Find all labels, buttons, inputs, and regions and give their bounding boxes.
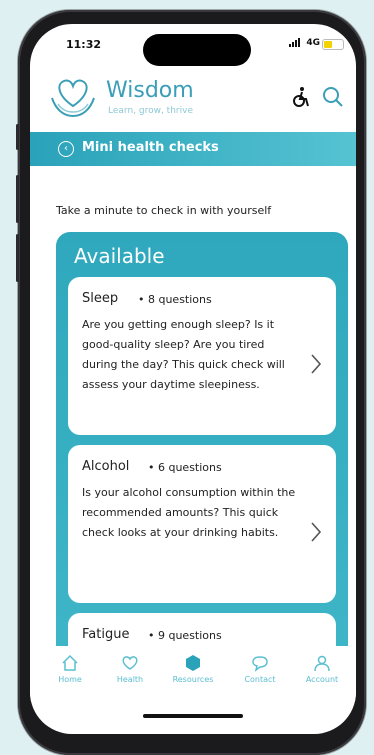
- health-check-card-sleep[interactable]: Sleep • 8 questions Are you getting enou…: [68, 277, 336, 435]
- tab-label: Health: [116, 675, 144, 684]
- tab-label: Account: [305, 675, 339, 684]
- accessibility-icon[interactable]: [288, 84, 314, 110]
- network-label: 4G: [306, 38, 320, 48]
- tab-label: Resources: [172, 675, 214, 684]
- card-description: Is your alcohol consumption within the r…: [82, 486, 296, 539]
- tab-contact[interactable]: Contact: [230, 654, 290, 684]
- tab-home[interactable]: Home: [40, 654, 100, 684]
- card-question-count: • 9 questions: [148, 629, 222, 642]
- card-description: Are you getting enough sleep? Is it good…: [82, 318, 285, 391]
- mute-switch: [16, 124, 19, 150]
- card-question-count: • 6 questions: [148, 461, 222, 474]
- screen: 11:32 4G Wisdom Learn, grow, thrive ‹ Mi…: [30, 24, 356, 734]
- user-icon: [314, 655, 330, 672]
- status-bar: 11:32 4G: [30, 24, 356, 70]
- tab-label: Contact: [244, 675, 276, 684]
- home-icon: [62, 654, 78, 671]
- app-header: Wisdom Learn, grow, thrive: [30, 70, 356, 132]
- available-panel: Available Sleep • 8 questions Are you ge…: [56, 232, 348, 672]
- health-check-card-alcohol[interactable]: Alcohol • 6 questions Is your alcohol co…: [68, 445, 336, 603]
- app-tagline: Learn, grow, thrive: [108, 106, 193, 116]
- dynamic-island: [143, 34, 251, 66]
- available-heading: Available: [74, 244, 165, 268]
- status-time: 11:32: [66, 38, 102, 51]
- section-banner: ‹ Mini health checks: [30, 132, 356, 166]
- home-indicator: [143, 714, 243, 718]
- tab-resources[interactable]: Resources: [163, 654, 223, 684]
- chevron-right-icon: [311, 354, 322, 374]
- chevron-right-icon: [311, 522, 322, 542]
- card-title: Fatigue: [82, 627, 130, 642]
- wisdom-logo-icon: [51, 79, 95, 118]
- bottom-tab-bar: Home Health Resources Contact Account: [30, 646, 356, 702]
- signal-icon: [289, 38, 300, 47]
- search-icon[interactable]: [320, 84, 346, 110]
- volume-up-button: [16, 175, 19, 223]
- app-name: Wisdom: [106, 78, 194, 103]
- chat-bubble-icon: [252, 656, 268, 672]
- tab-health[interactable]: Health: [100, 654, 160, 684]
- back-arrow-icon[interactable]: ‹: [58, 141, 74, 157]
- card-title: Alcohol: [82, 459, 130, 474]
- resources-icon: [186, 655, 200, 671]
- volume-down-button: [16, 234, 19, 282]
- intro-text: Take a minute to check in with yourself: [56, 204, 272, 217]
- battery-icon: [322, 39, 344, 50]
- heart-icon: [122, 656, 138, 670]
- banner-title: Mini health checks: [82, 140, 219, 155]
- tab-label: Home: [58, 675, 82, 684]
- tab-account[interactable]: Account: [292, 654, 352, 684]
- card-question-count: • 8 questions: [138, 293, 212, 306]
- card-title: Sleep: [82, 291, 119, 306]
